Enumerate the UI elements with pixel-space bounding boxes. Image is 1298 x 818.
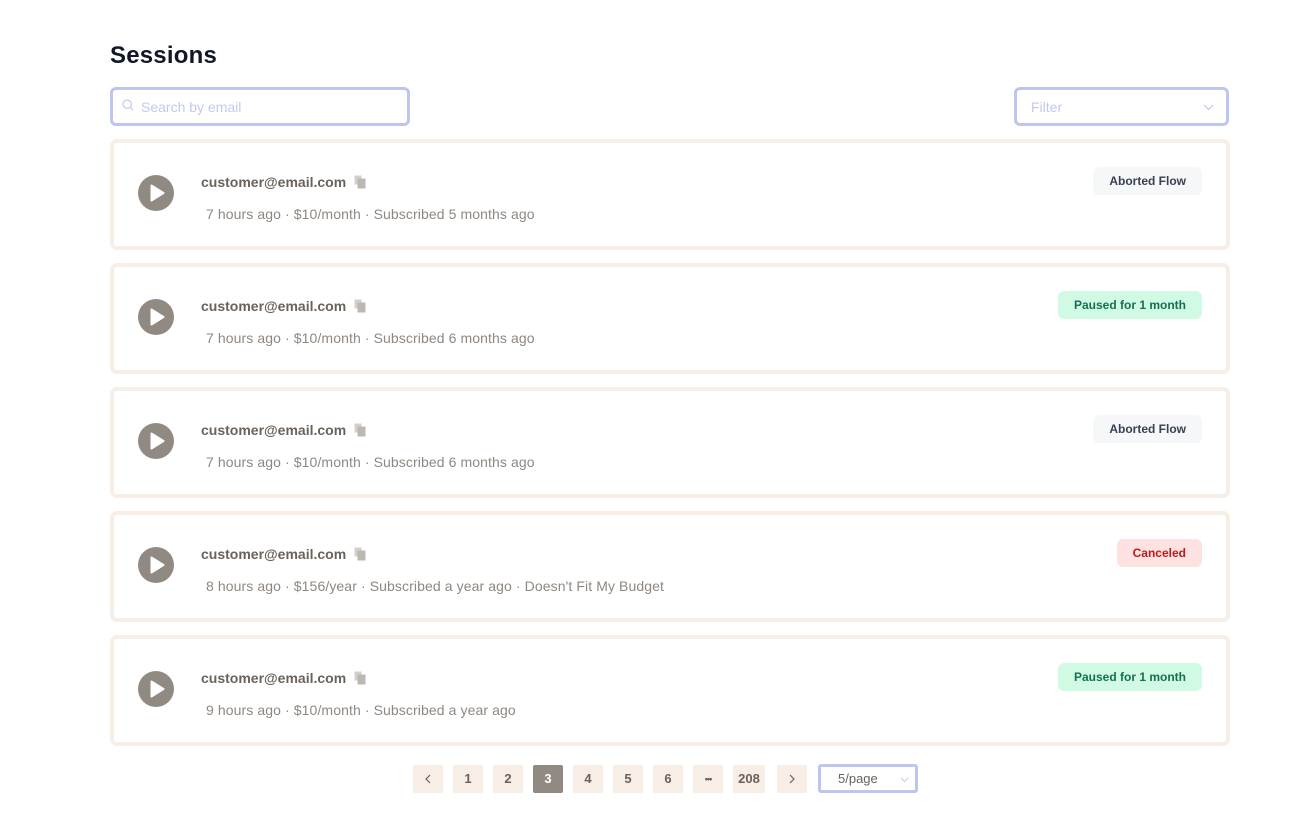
play-icon [150,556,165,574]
status-badge: Paused for 1 month [1057,663,1202,691]
filter-select[interactable]: Filter [1014,87,1229,126]
page-ellipsis-button[interactable]: ••• [693,764,723,793]
session-meta: 7 hours ago · $10/month · Subscribed 6 m… [206,454,535,470]
page-button-208[interactable]: 208 [733,764,765,793]
page-size-select[interactable]: 5/page [818,764,918,793]
play-button[interactable] [138,175,174,211]
page-size-value: 5/page [838,771,878,786]
play-button[interactable] [138,671,174,707]
status-badge: Paused for 1 month [1057,291,1202,319]
session-meta: 7 hours ago · $10/month · Subscribed 5 m… [206,206,535,222]
page-button-3-current[interactable]: 3 [533,764,563,793]
pagination: 1 2 3 4 5 6 ••• 208 5/page [413,764,918,793]
search-field[interactable] [110,87,410,126]
session-email: customer@email.com [201,298,347,314]
copy-icon[interactable] [354,547,366,561]
session-email: customer@email.com [201,670,347,686]
copy-icon[interactable] [354,423,366,437]
copy-icon[interactable] [354,175,366,189]
prev-page-button[interactable] [413,764,443,793]
status-badge: Aborted Flow [1093,167,1202,195]
page-button-5[interactable]: 5 [613,764,643,793]
play-button[interactable] [138,299,174,335]
next-page-button[interactable] [777,764,807,793]
filter-placeholder: Filter [1031,98,1063,115]
session-card[interactable]: customer@email.com 7 hours ago · $10/mon… [110,387,1230,498]
chevron-right-icon [789,774,795,783]
page-title: Sessions [110,42,217,69]
play-button[interactable] [138,423,174,459]
search-input[interactable] [141,98,381,115]
play-icon [150,184,165,202]
session-meta: 8 hours ago · $156/year · Subscribed a y… [206,578,665,594]
play-icon [150,308,165,326]
status-badge: Aborted Flow [1093,415,1202,443]
page-button-6[interactable]: 6 [653,764,683,793]
play-icon [150,432,165,450]
copy-icon[interactable] [354,671,366,685]
page-button-2[interactable]: 2 [493,764,523,793]
chevron-down-icon [1203,98,1214,116]
copy-icon[interactable] [354,299,366,313]
session-meta: 9 hours ago · $10/month · Subscribed a y… [206,702,516,718]
status-badge: Canceled [1116,539,1202,567]
session-email: customer@email.com [201,422,347,438]
session-card[interactable]: customer@email.com 8 hours ago · $156/ye… [110,511,1230,622]
page-button-4[interactable]: 4 [573,764,603,793]
page-button-1[interactable]: 1 [453,764,483,793]
search-icon [122,98,134,116]
session-card[interactable]: customer@email.com 7 hours ago · $10/mon… [110,139,1230,250]
session-email: customer@email.com [201,546,347,562]
play-icon [150,680,165,698]
chevron-down-icon [900,771,909,786]
session-email: customer@email.com [201,174,347,190]
session-card[interactable]: customer@email.com 7 hours ago · $10/mon… [110,263,1230,374]
session-meta: 7 hours ago · $10/month · Subscribed 6 m… [206,330,535,346]
play-button[interactable] [138,547,174,583]
session-card[interactable]: customer@email.com 9 hours ago · $10/mon… [110,635,1230,746]
chevron-left-icon [425,774,431,783]
